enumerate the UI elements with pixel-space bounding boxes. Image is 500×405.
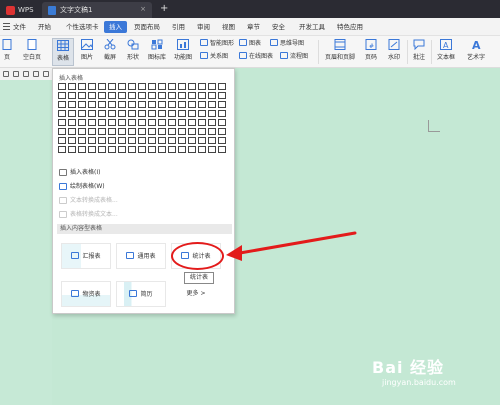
annotation-arrow [226,231,357,261]
watermark-main-text: Bai 经验 [372,358,445,377]
watermark-url: jingyan.baidu.com [382,378,456,387]
baidu-watermark: Bai 经验 jingyan.baidu.com [372,354,492,400]
